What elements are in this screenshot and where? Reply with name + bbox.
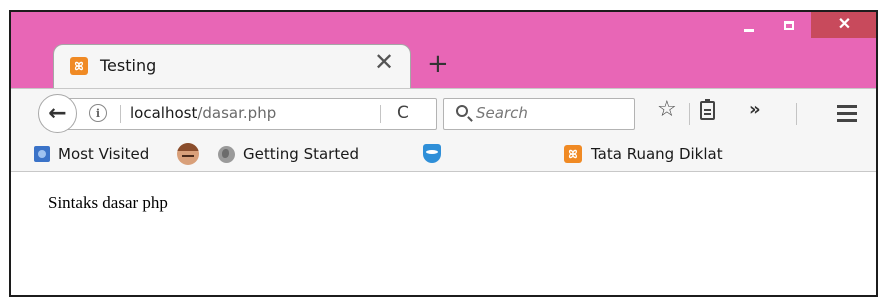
- bookmark-getting-started[interactable]: Getting Started: [218, 145, 359, 163]
- bookmark-most-visited[interactable]: Most Visited: [34, 145, 149, 163]
- toolbar-divider: [689, 103, 690, 125]
- clipboard-icon[interactable]: [700, 99, 715, 120]
- shield-icon[interactable]: [423, 144, 441, 163]
- bookmark-tata-ruang-diklat[interactable]: ꕤ Tata Ruang Diklat: [564, 145, 723, 163]
- tab-close-icon[interactable]: ✕: [374, 50, 394, 74]
- page-content: Sintaks dasar php: [11, 172, 876, 295]
- tab-testing[interactable]: ꕤ Testing ✕: [53, 44, 411, 88]
- bookmarks-bar: Most Visited Getting Started ꕤ Tata Ruan…: [11, 138, 876, 172]
- reload-divider: [380, 105, 381, 123]
- minimize-button[interactable]: [735, 12, 762, 38]
- maximize-icon: [783, 20, 794, 30]
- url-bar[interactable]: i localhost/dasar.php C: [63, 98, 437, 130]
- overflow-icon[interactable]: »: [749, 101, 761, 119]
- bookmark-label: Most Visited: [58, 145, 150, 163]
- url-text[interactable]: localhost/dasar.php: [130, 104, 276, 122]
- most-visited-icon: [34, 146, 50, 162]
- back-arrow-icon: ←: [48, 100, 67, 126]
- star-icon[interactable]: ☆: [657, 99, 677, 121]
- bookmark-label: Getting Started: [243, 145, 359, 163]
- search-placeholder: Search: [476, 104, 528, 122]
- minimize-icon: [743, 28, 754, 32]
- close-window-button[interactable]: ✕: [811, 12, 876, 38]
- search-icon: [456, 105, 468, 117]
- page-body-text: Sintaks dasar php: [48, 193, 168, 212]
- navigation-toolbar: i localhost/dasar.php C ← Search ☆ »: [11, 88, 876, 138]
- url-path: /dasar.php: [197, 104, 277, 122]
- avatar-icon[interactable]: [177, 143, 199, 165]
- reload-icon[interactable]: C: [397, 103, 409, 123]
- browser-window: ✕ ꕤ Testing ✕ + i localhost/dasar.php C …: [9, 10, 878, 297]
- title-bar: ✕ ꕤ Testing ✕ +: [11, 12, 876, 96]
- xampp-icon: ꕤ: [564, 145, 582, 163]
- url-host: localhost: [130, 104, 198, 122]
- close-icon: ✕: [837, 16, 852, 33]
- globe-icon: [218, 145, 235, 163]
- new-tab-button[interactable]: +: [427, 51, 449, 77]
- xampp-icon: ꕤ: [70, 57, 88, 75]
- url-divider: [120, 105, 121, 123]
- back-button[interactable]: ←: [38, 94, 77, 133]
- bookmark-label: Tata Ruang Diklat: [591, 145, 723, 163]
- maximize-button[interactable]: [775, 12, 802, 38]
- hamburger-menu-icon[interactable]: [837, 105, 857, 122]
- menu-divider: [796, 103, 797, 125]
- info-icon[interactable]: i: [89, 104, 107, 122]
- tab-title: Testing: [100, 56, 157, 75]
- search-input[interactable]: Search: [443, 98, 635, 130]
